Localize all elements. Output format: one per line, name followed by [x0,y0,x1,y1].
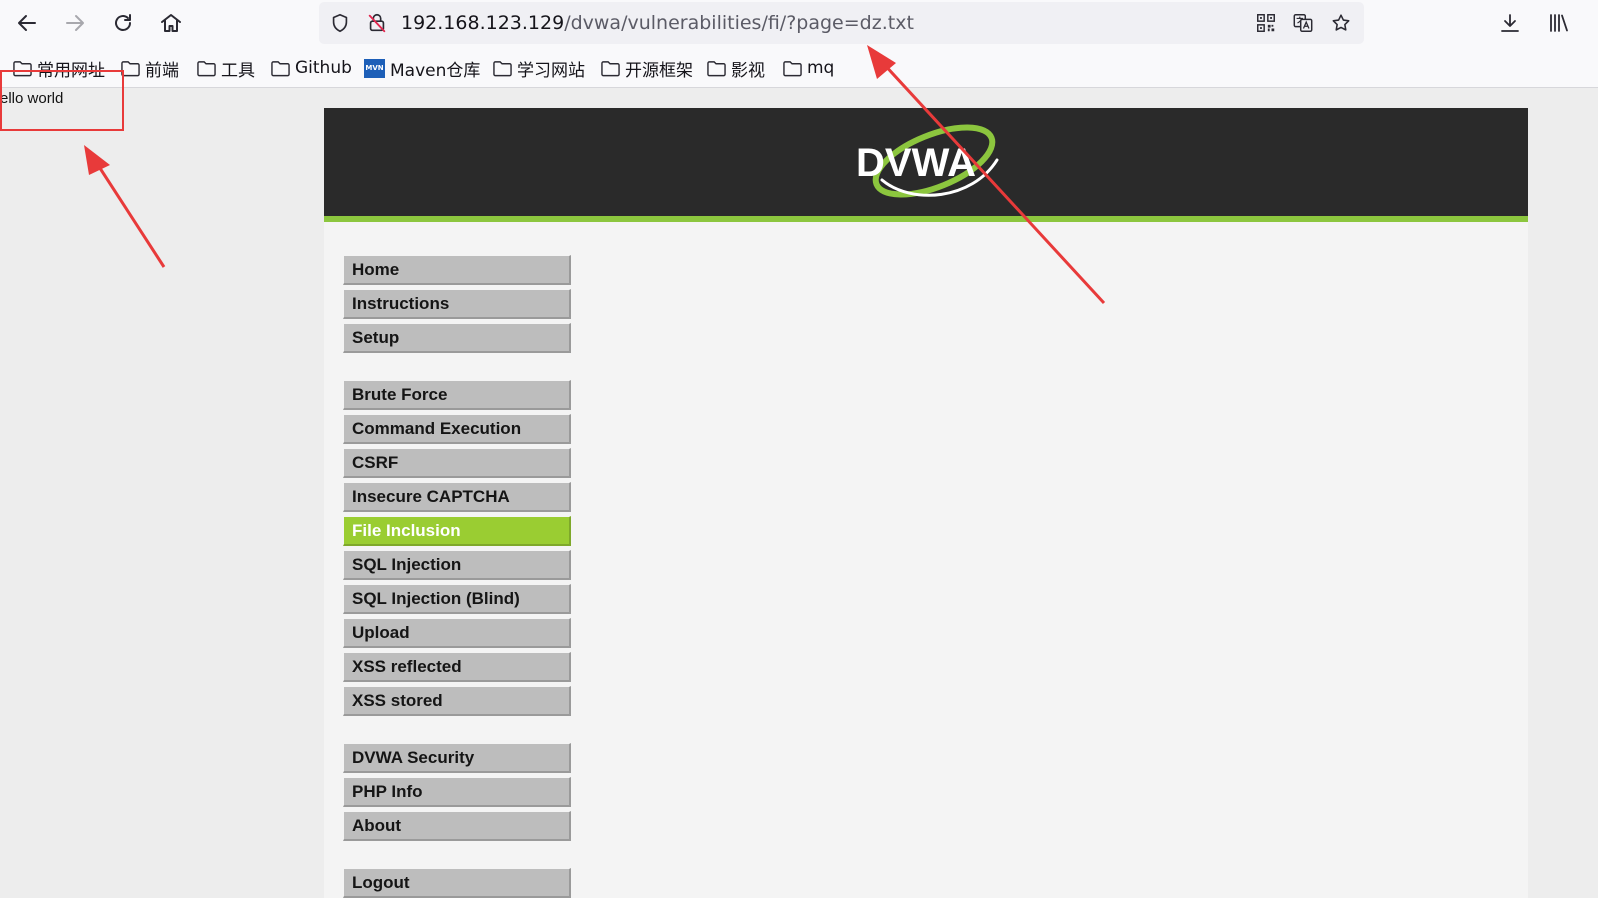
menu-item-logout[interactable]: Logout [343,868,571,898]
bookmark-item[interactable]: 影视 [706,57,765,81]
bookmark-item[interactable]: mq [782,57,834,79]
library-icon[interactable] [1546,10,1572,36]
maven-icon: MVN [364,58,385,78]
folder-icon [493,60,512,76]
translate-icon[interactable] [1291,11,1315,35]
bookmark-item[interactable]: 开源框架 [600,57,693,81]
bookmark-item[interactable]: Github [270,57,352,79]
menu-item-about[interactable]: About [343,811,571,841]
dvwa-logo-text: DVWA [856,141,976,185]
menu-item-command-execution[interactable]: Command Execution [343,414,571,444]
menu-item-instructions[interactable]: Instructions [343,289,571,319]
bookmark-label: 学习网站 [517,60,585,81]
menu-item-upload[interactable]: Upload [343,618,571,648]
menu-item-brute-force[interactable]: Brute Force [343,380,571,410]
menu-item-insecure-captcha[interactable]: Insecure CAPTCHA [343,482,571,512]
arrow-right-icon [66,15,84,31]
menu-item-sql-injection-blind[interactable]: SQL Injection (Blind) [343,584,571,614]
folder-icon [601,60,620,76]
reload-icon [115,14,131,31]
browser-toolbar: 192.168.123.129/dvwa/vulnerabilities/fi/… [0,0,1598,48]
folder-icon [197,60,216,76]
folder-icon [783,60,802,76]
bookmark-label: 前端 [145,60,179,81]
address-bar[interactable]: 192.168.123.129/dvwa/vulnerabilities/fi/… [319,2,1364,44]
home-icon [161,14,181,32]
home-button[interactable] [154,6,188,40]
dvwa-container: DVWA Home Instructions Setup Brute Force Com… [324,108,1528,898]
menu-item-home[interactable]: Home [343,255,571,285]
download-icon[interactable] [1497,10,1523,36]
bookmark-item[interactable]: 前端 [120,57,179,81]
annotation-box [0,70,124,131]
folder-icon [707,60,726,76]
bookmark-label: mq [807,58,835,78]
bookmark-item[interactable]: MVN Maven仓库 [364,57,481,81]
menu-item-csrf[interactable]: CSRF [343,448,571,478]
url-host: 192.168.123.129 [401,12,565,34]
bookmark-label: Github [295,58,352,78]
dvwa-header: DVWA [324,108,1528,216]
bookmark-label: Maven仓库 [390,60,481,81]
dvwa-logo: DVWA [856,124,999,198]
url-text[interactable]: 192.168.123.129/dvwa/vulnerabilities/fi/… [401,11,914,35]
insecure-lock-icon[interactable] [365,11,389,35]
bookmark-label: 开源框架 [625,60,693,81]
shield-icon[interactable] [328,11,352,35]
folder-icon [271,60,290,76]
menu-item-setup[interactable]: Setup [343,323,571,353]
bookmark-label: 影视 [731,60,765,81]
menu-item-php-info[interactable]: PHP Info [343,777,571,807]
menu-item-xss-reflected[interactable]: XSS reflected [343,652,571,682]
bookmarks-toolbar: 常用网址 前端 工具 Github MVN Maven仓库 学习网站 开源框架 影视 mq [0,48,1598,88]
bookmark-item[interactable]: 学习网站 [492,57,585,81]
menu-item-sql-injection[interactable]: SQL Injection [343,550,571,580]
header-accent-line [324,216,1528,222]
reload-button[interactable] [106,6,140,40]
back-button[interactable] [10,6,44,40]
menu-item-dvwa-security[interactable]: DVWA Security [343,743,571,773]
menu-item-xss-stored[interactable]: XSS stored [343,686,571,716]
qr-code-icon[interactable] [1254,11,1278,35]
bookmark-label: 工具 [221,60,255,81]
arrow-left-icon [18,15,36,31]
menu-item-file-inclusion[interactable]: File Inclusion [343,516,571,546]
bookmark-item[interactable]: 工具 [196,57,255,81]
url-path: /dvwa/vulnerabilities/fi/?page=dz.txt [564,12,914,34]
annotation-arrow-left [84,145,166,268]
forward-button[interactable] [58,6,92,40]
star-icon[interactable] [1329,11,1353,35]
